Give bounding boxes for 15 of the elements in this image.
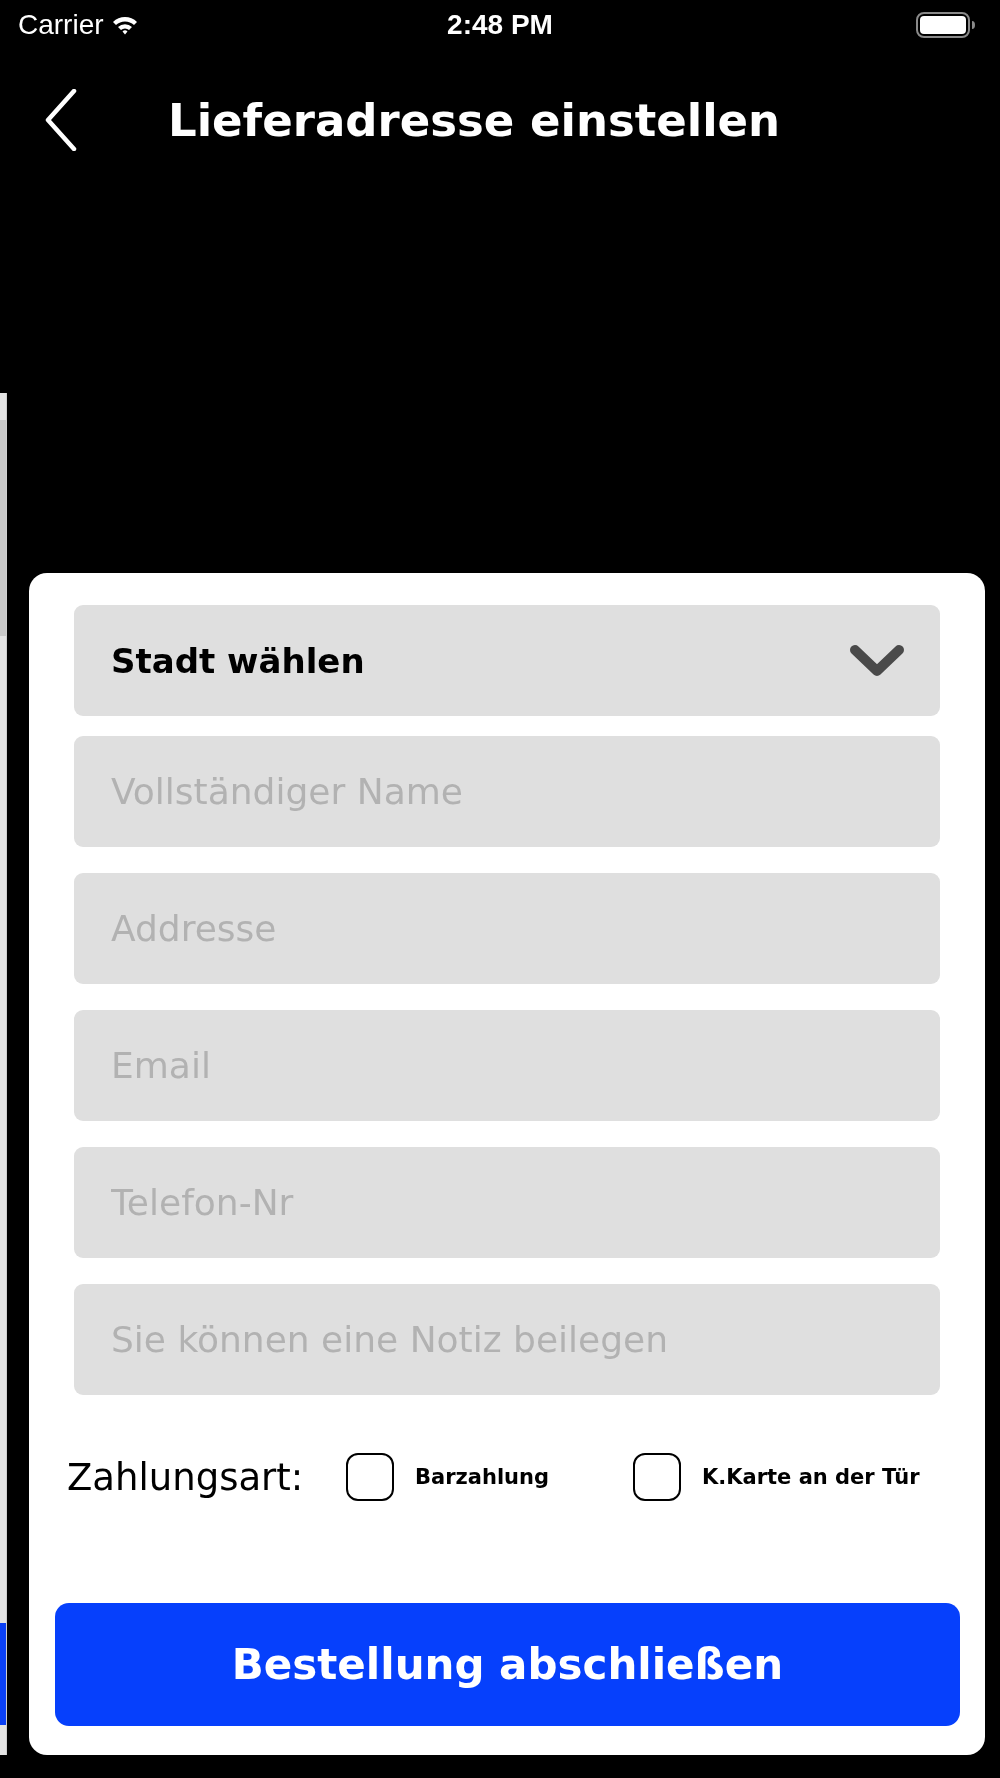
city-select-value: Stadt wählen	[111, 643, 365, 678]
chevron-down-icon	[849, 643, 905, 678]
payment-option-label[interactable]: K.Karte an der Tür	[702, 1466, 920, 1488]
submit-order-button[interactable]: Bestellung abschließen	[55, 1603, 960, 1726]
checkbox[interactable]	[346, 1453, 394, 1501]
checkbox[interactable]	[633, 1453, 681, 1501]
carrier-name: Carrier	[18, 11, 104, 39]
status-time: 2:48 PM	[447, 11, 553, 39]
payment-method-label: Zahlungsart:	[67, 1458, 305, 1496]
chevron-left-icon	[45, 89, 77, 151]
battery-icon	[916, 12, 976, 38]
payment-option-label[interactable]: Barzahlung	[415, 1466, 549, 1488]
screen-title: Lieferadresse einstellen	[168, 97, 781, 143]
wifi-icon	[111, 15, 138, 35]
city-select[interactable]: Stadt wählen	[74, 605, 940, 716]
